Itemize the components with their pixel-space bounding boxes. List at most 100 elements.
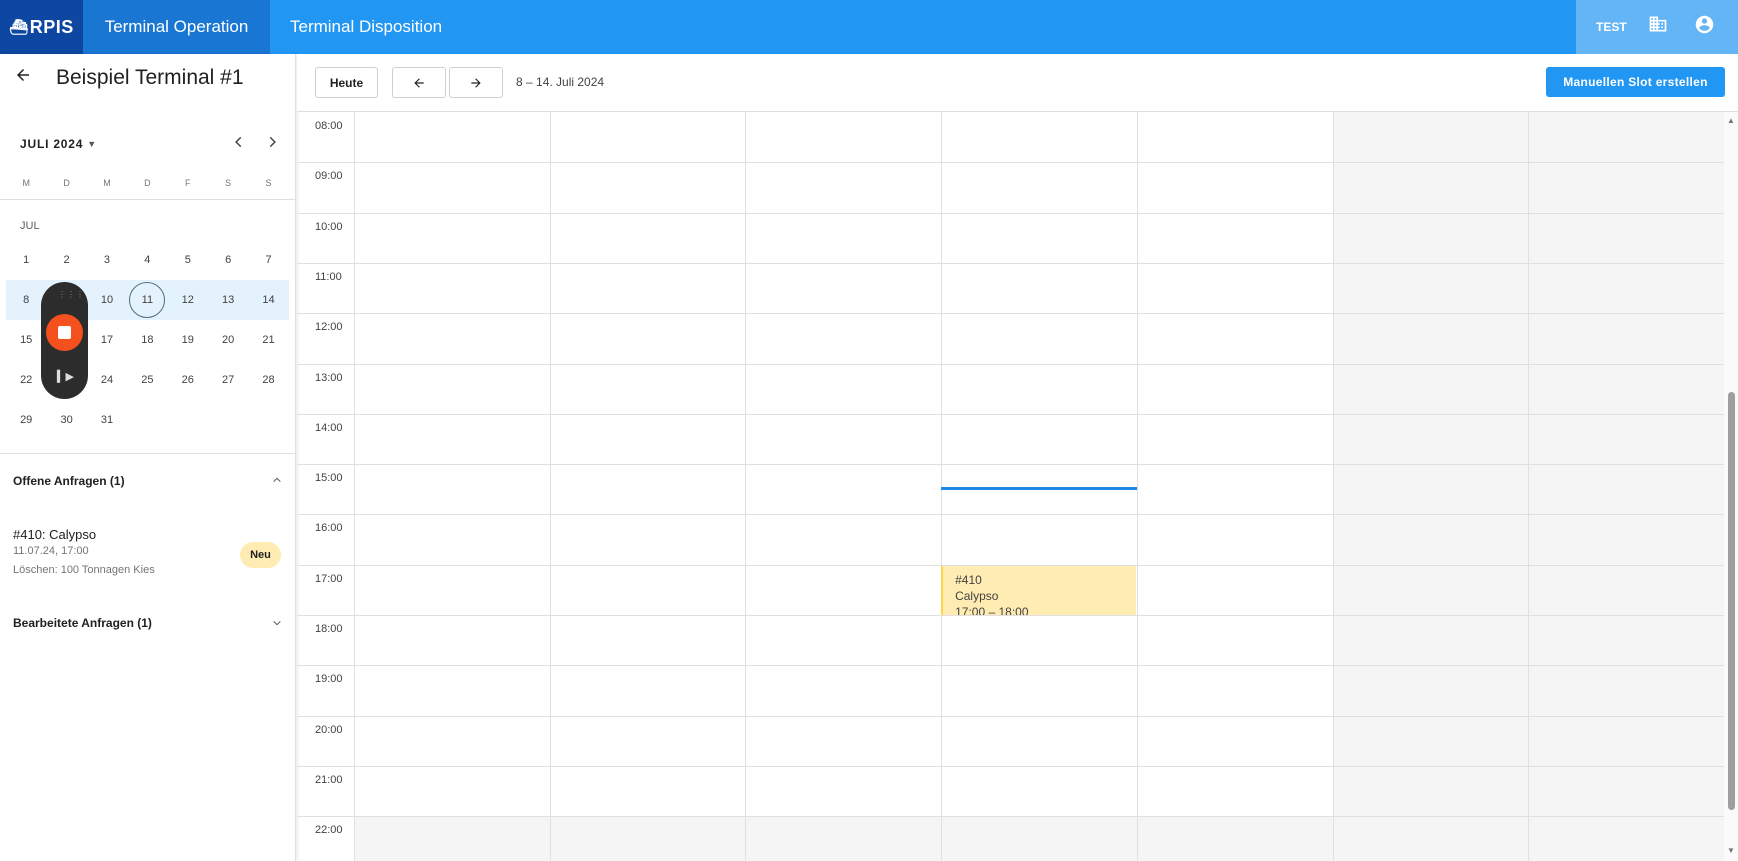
processed-requests-header[interactable]: Bearbeitete Anfragen (1)	[13, 616, 152, 630]
calendar-month-selector[interactable]: JULI 2024 ▼	[20, 137, 97, 151]
day-column[interactable]	[1136, 112, 1333, 861]
account-circle-icon[interactable]	[1694, 14, 1715, 41]
sidebar-header: Beispiel Terminal #1	[14, 66, 244, 90]
calendar-day[interactable]: 3	[87, 240, 127, 280]
day-column[interactable]	[1528, 112, 1724, 861]
back-arrow-icon[interactable]	[14, 66, 44, 90]
time-label: 12:00	[315, 321, 343, 334]
time-label: 08:00	[315, 120, 343, 132]
today-marker: 11	[129, 282, 166, 318]
time-label: 09:00	[315, 170, 343, 183]
calendar-day[interactable]: 18	[127, 320, 167, 360]
event-text: Calypso	[955, 588, 999, 603]
day-column[interactable]	[549, 112, 746, 861]
calendar-day[interactable]: 4	[127, 240, 167, 280]
chevron-left-icon[interactable]	[232, 133, 246, 154]
calendar-week-row: 29 30 31	[6, 400, 289, 440]
hour-gridline	[297, 765, 1724, 767]
tab-terminal-disposition[interactable]: Terminal Disposition	[270, 0, 462, 54]
calendar-day[interactable]: 13	[208, 280, 248, 320]
calendar-day[interactable]: 20	[208, 320, 248, 360]
calendar-day[interactable]: 10	[87, 280, 127, 320]
week-schedule-grid: 08:00 09:00 10:00 11:00 12:00 13:00 14:00 15:00…	[297, 112, 1724, 861]
scrollbar-thumb[interactable]	[1728, 392, 1735, 810]
time-label: 14:00	[315, 421, 343, 434]
calendar-day[interactable]: 1	[6, 240, 46, 280]
date-range-label: 8 – 14. Juli 2024	[516, 75, 605, 89]
event-text: 17:00 – 18:00	[955, 604, 1029, 615]
calendar-day[interactable]: 12	[168, 280, 208, 320]
weekday-label: D	[63, 178, 70, 188]
logo[interactable]: ⛴ RPIS	[0, 0, 83, 54]
scrollbar[interactable]: ▲ ▼	[1724, 112, 1738, 861]
scroll-up-icon[interactable]: ▲	[1727, 116, 1735, 125]
calendar-day[interactable]: 21	[248, 320, 288, 360]
hour-gridline	[297, 665, 1724, 667]
building-icon[interactable]	[1648, 14, 1668, 40]
hour-gridline	[297, 363, 1724, 365]
day-column[interactable]	[745, 112, 941, 861]
play-icon[interactable]: ▍▶	[57, 370, 74, 383]
calendar-day-today[interactable]: 11	[127, 280, 167, 320]
environment-label: TEST	[1596, 20, 1627, 34]
calendar-day[interactable]: 19	[168, 320, 208, 360]
hour-gridline	[297, 313, 1724, 315]
calendar-day[interactable]: 30	[46, 400, 86, 440]
caret-down-icon: ▼	[87, 139, 97, 149]
calendar-day[interactable]: 17	[87, 320, 127, 360]
time-label: 17:00	[315, 572, 343, 585]
calendar-month-label: JULI 2024	[20, 137, 84, 151]
calendar-toolbar: Heute 8 – 14. Juli 2024 Manuellen Slot e…	[297, 54, 1738, 112]
previous-week-button[interactable]	[392, 67, 446, 98]
today-button[interactable]: Heute	[315, 67, 378, 98]
tab-terminal-operation[interactable]: Terminal Operation	[83, 0, 270, 54]
calendar-section-label: JUL	[20, 220, 40, 232]
calendar-day[interactable]: 6	[208, 240, 248, 280]
chevron-up-icon[interactable]	[272, 474, 282, 488]
drag-handle-icon[interactable]: ⋮⋮⋮	[58, 290, 85, 299]
hour-gridline	[297, 413, 1724, 415]
calendar-day[interactable]: 31	[87, 400, 127, 440]
calendar-day[interactable]: 26	[168, 360, 208, 400]
chevron-down-icon[interactable]	[272, 617, 282, 631]
calendar-day[interactable]: 5	[168, 240, 208, 280]
calendar-day[interactable]: 25	[127, 360, 167, 400]
status-badge: Neu	[240, 542, 281, 568]
calendar-day[interactable]: 27	[208, 360, 248, 400]
open-requests-header[interactable]: Offene Anfragen (1)	[13, 474, 125, 488]
create-manual-slot-button[interactable]: Manuellen Slot erstellen	[1546, 67, 1725, 97]
hour-gridline	[297, 464, 1724, 466]
hour-gridline	[297, 262, 1724, 264]
day-column[interactable]	[354, 112, 550, 861]
calendar-day[interactable]: 29	[6, 400, 46, 440]
weekday-label: M	[22, 178, 30, 188]
day-column[interactable]	[1332, 112, 1529, 861]
arrow-left-icon	[414, 77, 424, 88]
hour-gridline	[297, 162, 1724, 164]
chevron-right-icon[interactable]	[265, 133, 279, 154]
stop-recording-button[interactable]	[46, 314, 83, 351]
calendar-event[interactable]: #410 Calypso 17:00 – 18:00	[941, 565, 1136, 615]
ship-icon: ⛴	[9, 19, 29, 36]
stop-icon	[58, 326, 71, 339]
sidebar: Beispiel Terminal #1 JULI 2024 ▼ M D M D…	[0, 54, 296, 861]
time-label: 19:00	[315, 673, 343, 686]
calendar-day[interactable]: 28	[248, 360, 288, 400]
weekday-header: M D M D F S S	[6, 178, 289, 188]
calendar-day[interactable]: 14	[248, 280, 288, 320]
scroll-down-icon[interactable]: ▼	[1727, 846, 1735, 855]
hour-gridline	[297, 514, 1724, 516]
calendar-day[interactable]: 24	[87, 360, 127, 400]
hour-gridline	[297, 816, 1724, 818]
calendar-day[interactable]: 7	[248, 240, 288, 280]
divider	[0, 199, 296, 200]
event-text: #410	[955, 572, 982, 587]
time-label: 18:00	[315, 623, 343, 635]
screen-recorder-widget: ⋮⋮⋮ ▍▶	[41, 282, 88, 399]
calendar-day[interactable]: 2	[46, 240, 86, 280]
hour-gridline	[297, 212, 1724, 214]
next-week-button[interactable]	[449, 67, 503, 98]
topbar-right-area: TEST	[1576, 0, 1738, 54]
request-title[interactable]: #410: Calypso	[13, 527, 96, 542]
time-label: 13:00	[315, 371, 343, 384]
